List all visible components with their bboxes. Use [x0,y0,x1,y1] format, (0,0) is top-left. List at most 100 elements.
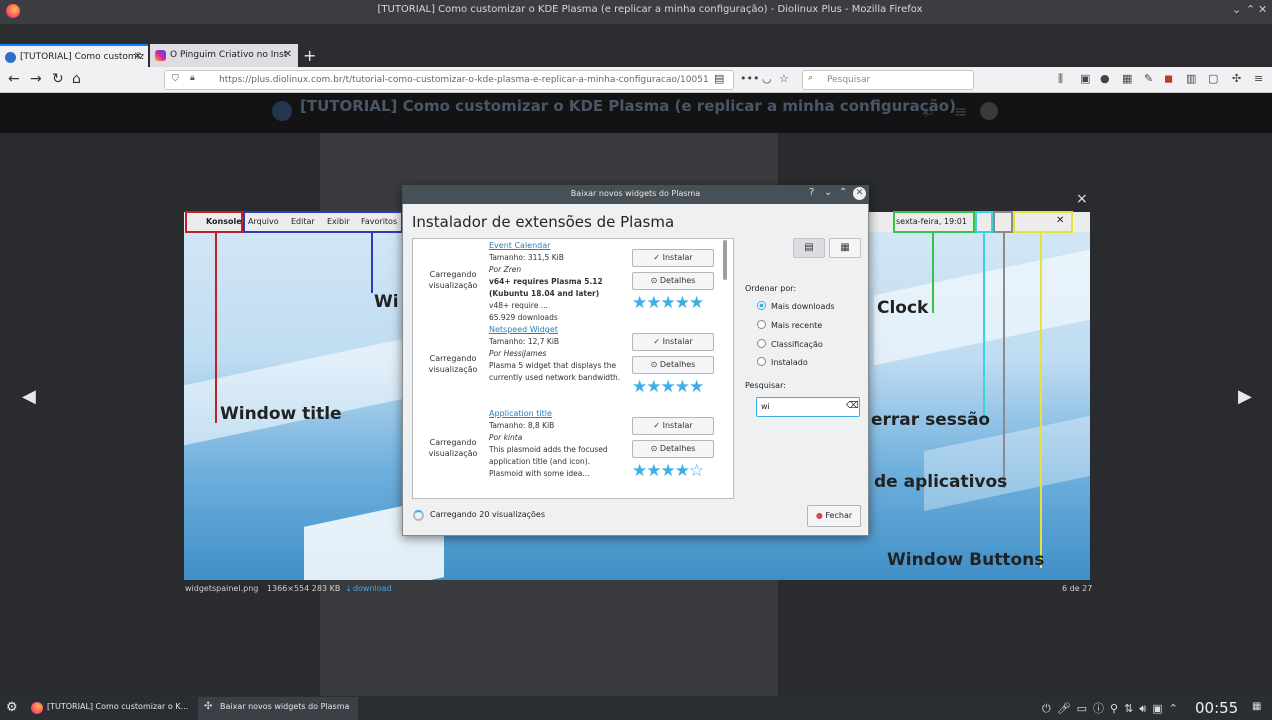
window-maximize-icon[interactable]: ⌃ [1246,3,1255,16]
task-widgets-dialog[interactable]: Baixar novos widgets do Plasma [220,702,349,711]
panel-clock: sexta-feira, 19:01 [896,217,967,226]
forward-arrow-icon[interactable]: → [30,71,42,87]
tab-label: O Pinguim Criativo no Inst [170,50,288,60]
url-bar[interactable]: https://plus.diolinux.com.br/t/tutorial-… [164,70,734,90]
extension-grid-icon[interactable]: ▦ [1122,72,1132,85]
window-minimize-icon[interactable]: ⌄ [1232,3,1241,16]
extension-box-icon[interactable]: ▢ [1208,72,1218,85]
annotation-window-title: Window title [220,404,342,424]
rating-stars: ★★★★★ [632,377,704,397]
item-name-link[interactable]: Application title [489,409,552,418]
new-tab-button[interactable]: + [303,46,316,65]
logout-highlight-box [975,211,993,233]
widget-search-input[interactable]: wi [756,397,860,417]
tab-close-icon[interactable]: ✕ [284,49,292,60]
page-avatar[interactable] [980,102,998,120]
caption-download-link[interactable]: download [353,584,392,593]
lightbox-caption: widgetspainel.png 1366×554 283 KB ⤓ down… [185,584,392,594]
list-scrollbar[interactable] [723,240,727,280]
taskbar-clock[interactable]: 00:55 [1195,699,1238,717]
page-actions-icon[interactable]: ••• [740,72,759,85]
reader-view-icon[interactable]: ▤ [714,72,724,85]
task-firefox[interactable]: [TUTORIAL] Como customizar o K... [47,702,188,711]
grid-view-icon[interactable]: ▦ [829,238,861,258]
sort-option-installed[interactable]: Instalado [757,357,808,367]
search-value: wi [761,402,770,411]
item-description: Tamanho: 8,8 KiB Por kinta This plasmoid… [489,421,608,478]
taskbar-firefox-icon [31,702,43,714]
home-icon[interactable]: ⌂ [72,71,81,87]
apps-pointer [1003,233,1005,488]
window-title-pointer [215,233,217,423]
install-button[interactable]: ✓ Instalar [632,333,714,351]
lightbox-next-button[interactable]: ▶ [1238,386,1252,407]
item-loading-text: Carregando visualização [428,354,478,374]
reload-icon[interactable]: ↻ [52,71,64,87]
extension-icon[interactable]: ● [1100,72,1110,85]
menu-icon[interactable]: ≡ [1254,72,1263,85]
window-close-icon[interactable]: ✕ [1258,3,1267,16]
instagram-icon [155,50,166,61]
tab-close-icon[interactable]: ✕ [134,51,142,62]
page-menu-icon[interactable]: ≡ [954,102,967,121]
item-name-link[interactable]: Netspeed Widget [489,325,558,334]
search-bar[interactable]: Pesquisar [802,70,974,90]
list-item[interactable]: Carregando visualização Application titl… [413,407,733,491]
sidebar-icon[interactable]: ▣ [1080,72,1090,85]
bookmark-star-icon[interactable]: ☆ [779,72,789,85]
caption-filename: widgetspainel.png [185,584,259,593]
extension-red-icon[interactable]: ◼ [1164,72,1173,85]
shield-icon[interactable]: ⛉ [172,74,179,84]
window-menu-pointer [371,233,373,293]
lightbox-close-button[interactable]: × [1076,191,1088,207]
tab-instagram[interactable]: O Pinguim Criativo no Inst ✕ [150,44,298,67]
panel-menu-favoritos: Favoritos [361,217,398,226]
download-icon[interactable]: ⤓ [347,584,351,593]
install-button[interactable]: ✓ Instalar [632,249,714,267]
caption-meta: 1366×554 283 KB [266,584,341,593]
close-dialog-button[interactable]: ● Fechar [807,505,861,527]
tab-label: [TUTORIAL] Como customiz [20,52,144,62]
list-view-icon[interactable]: ▤ [793,238,825,258]
sort-option-rating[interactable]: Classificação [757,339,823,349]
dialog-help-icon[interactable]: ? [809,187,814,198]
extension-pen-icon[interactable]: ✎ [1144,72,1153,85]
annotation-clock: Clock [877,298,929,318]
dialog-maximize-icon[interactable]: ⌃ [839,187,847,198]
tab-tutorial[interactable]: [TUTORIAL] Como customiz ✕ [0,44,148,67]
details-button[interactable]: ⊙ Detalhes [632,440,714,458]
page-search-icon[interactable]: ⌕ [925,102,934,122]
puzzle-icon[interactable]: ✣ [1232,72,1241,85]
sort-option-downloads[interactable]: Mais downloads [757,301,835,311]
dialog-heading: Instalador de extensões de Plasma [412,213,675,231]
details-button[interactable]: ⊙ Detalhes [632,356,714,374]
rating-stars: ★★★★★ [632,293,704,313]
annotation-apps: de aplicativos [874,472,1008,492]
dialog-close-icon[interactable]: ✕ [853,187,866,200]
details-button[interactable]: ⊙ Detalhes [632,272,714,290]
widgets-list[interactable]: Carregando visualização Event Calendar T… [412,238,734,499]
back-arrow-icon[interactable]: ← [8,71,20,87]
site-logo-icon [272,101,292,121]
item-name-link[interactable]: Event Calendar [489,241,550,250]
clear-search-icon[interactable]: ⌫ [846,401,859,411]
lock-icon[interactable]: 🔒︎ [190,73,195,83]
dialog-title: Baixar novos widgets do Plasma [570,189,701,198]
tray-icons[interactable]: ⏻🎤︎▭ⓘ⚲⇅🔊︎▣⌃ [1042,700,1184,716]
pocket-icon[interactable]: ◡ [762,72,772,85]
library-icon[interactable]: ⫼ [1058,72,1063,86]
extension-book-icon[interactable]: ▥ [1186,72,1196,85]
window-title: [TUTORIAL] Como customizar o KDE Plasma … [377,4,923,15]
lightbox-prev-button[interactable]: ◀ [22,386,36,407]
clock-pointer [932,233,934,313]
kde-launcher-icon[interactable]: ⚙ [6,700,18,715]
list-item[interactable]: Carregando visualização Netspeed Widget … [413,323,733,407]
list-item[interactable]: Carregando visualização Event Calendar T… [413,239,733,323]
item-loading-text: Carregando visualização [428,438,478,458]
show-desktop-icon[interactable]: ▦ [1252,701,1261,712]
dialog-minimize-icon[interactable]: ⌄ [824,187,832,198]
install-button[interactable]: ✓ Instalar [632,417,714,435]
sort-option-recent[interactable]: Mais recente [757,320,822,330]
item-loading-text: Carregando visualização [428,270,478,290]
panel-menu-arquivo: Arquivo [248,217,279,226]
